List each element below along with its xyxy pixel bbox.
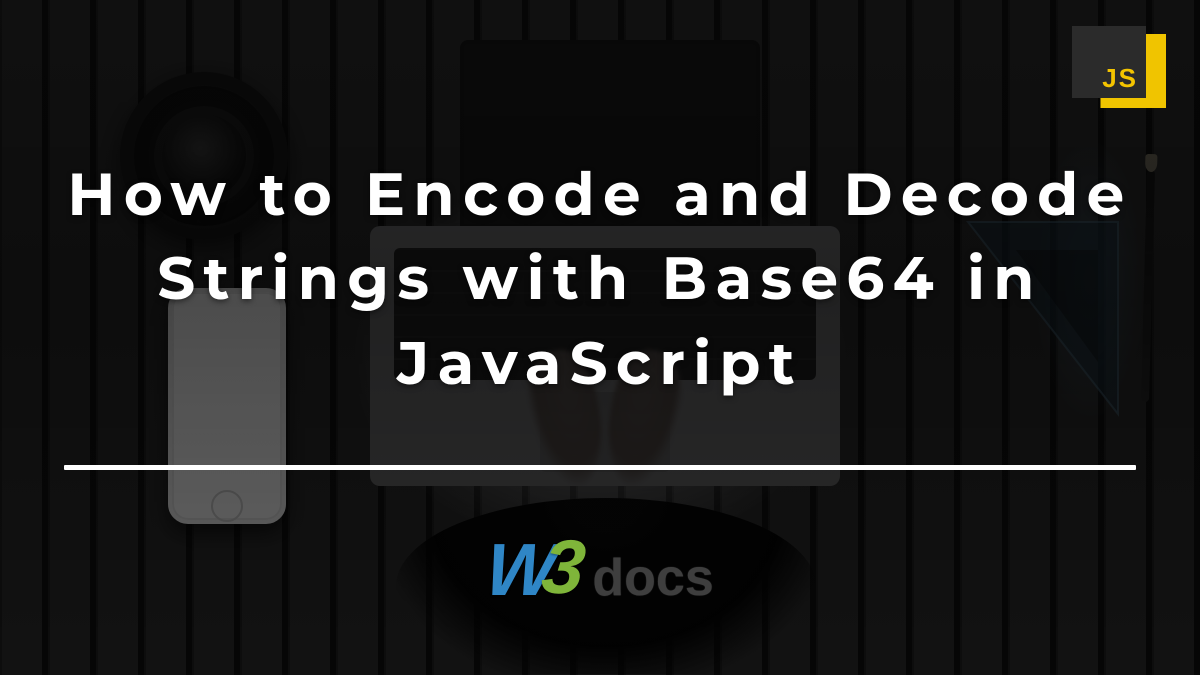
page-title: How to Encode and Decode Strings with Ba… <box>62 152 1138 405</box>
brand-logo: W 3 docs <box>486 532 714 608</box>
brand-logo-docs: docs <box>592 552 713 604</box>
brand-logo-3: 3 <box>538 530 588 606</box>
title-underline <box>64 465 1136 470</box>
javascript-badge-label: JS <box>1072 26 1146 98</box>
hero-card: JS How to Encode and Decode Strings with… <box>0 0 1200 675</box>
javascript-badge-icon: JS <box>1072 26 1166 110</box>
